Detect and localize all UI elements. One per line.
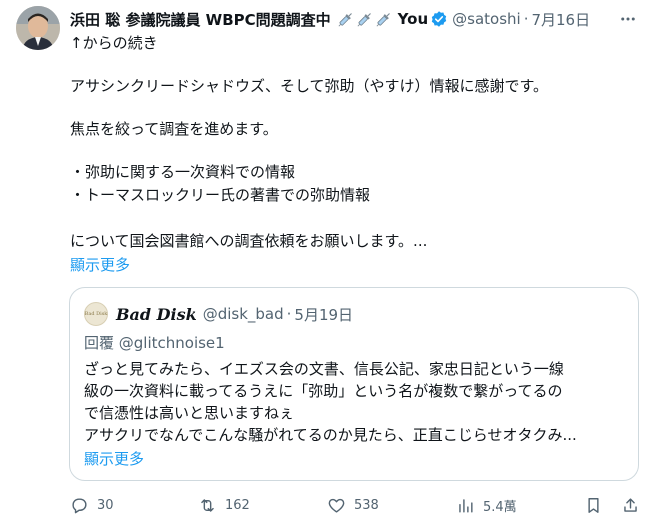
repost-button[interactable]: 162 xyxy=(198,496,250,515)
quoted-line: 級の一次資料に載ってるうえに「弥助」という名が複数で繋がってるの xyxy=(84,382,563,400)
share-icon xyxy=(624,498,637,512)
author-display-name[interactable]: 浜田 聡 参議院議員 WBPC問題調査中 xyxy=(70,9,331,30)
show-more-link[interactable]: 顯示更多 xyxy=(70,254,130,275)
avatar-photo xyxy=(16,6,60,50)
repost-count: 162 xyxy=(225,498,250,513)
separator-dot: · xyxy=(286,305,292,323)
tweet-line: について国会図書館への調査依頼をお願いします。... xyxy=(70,232,428,250)
quoted-author-avatar[interactable]: Bad Disk xyxy=(84,302,108,326)
quoted-author-name[interactable]: Bad Disk xyxy=(116,305,197,324)
quoted-avatar-text: Bad Disk xyxy=(84,311,108,317)
author-name-tail[interactable]: You xyxy=(398,10,428,28)
more-options-icon[interactable] xyxy=(619,10,637,28)
reply-count: 30 xyxy=(97,498,114,513)
quoted-show-more-link[interactable]: 顯示更多 xyxy=(84,448,144,469)
quoted-reply-to: 回覆 @glitchnoise1 xyxy=(84,334,225,352)
reply-button[interactable]: 30 xyxy=(70,496,114,515)
tweet-header: 浜田 聡 参議院議員 WBPC問題調査中 You @satoshi · 7月16… xyxy=(70,8,645,30)
tweet-actions: 30 162 538 5.4萬 xyxy=(70,496,645,518)
reply-icon xyxy=(72,498,87,514)
author-handle[interactable]: @satoshi xyxy=(452,10,521,28)
quoted-tweet[interactable]: Bad Disk Bad Disk @disk_bad · 5月19日 回覆 @… xyxy=(69,287,639,481)
quoted-author-handle[interactable]: @disk_bad xyxy=(203,305,284,323)
post-date[interactable]: 7月16日 xyxy=(531,9,590,30)
tweet-line: ↑からの続き xyxy=(70,34,158,52)
syringe-icon xyxy=(376,12,390,26)
views-chart-icon xyxy=(459,499,473,513)
quoted-line: ざっと見てみたら、イエズス会の文書、信長公記、家忠日記という一線 xyxy=(84,360,564,378)
syringe-icon xyxy=(338,12,352,26)
quoted-line: アサクリでなんでこんな騒がれてるのか見たら、正直こじらせオタクみ... xyxy=(84,426,577,444)
syringe-icon xyxy=(357,12,371,26)
views-count: 5.4萬 xyxy=(483,500,517,515)
tweet-line: 焦点を絞って調査を進めます。 xyxy=(70,120,278,138)
bookmark-icon xyxy=(588,498,599,513)
author-avatar[interactable] xyxy=(16,6,60,50)
quoted-line: で信憑性は高いと思いますねぇ xyxy=(84,404,295,422)
tweet-line: ・弥助に関する一次資料での情報 xyxy=(70,163,296,181)
heart-icon xyxy=(328,498,345,513)
share-button[interactable] xyxy=(621,496,640,515)
tweet-line: アサシンクリードシャドウズ、そして弥助（やすけ）情報に感謝です。 xyxy=(70,77,549,95)
quoted-post-date[interactable]: 5月19日 xyxy=(294,304,353,325)
separator-dot: · xyxy=(523,10,529,28)
tweet-line: ・トーマスロックリー氏の著書での弥助情報 xyxy=(70,186,371,204)
name-emojis xyxy=(337,11,392,28)
verified-badge-icon[interactable] xyxy=(430,10,448,28)
quoted-tweet-header: Bad Disk Bad Disk @disk_bad · 5月19日 xyxy=(84,302,353,326)
like-count: 538 xyxy=(354,498,379,513)
bookmark-button[interactable] xyxy=(584,496,603,515)
views-button[interactable]: 5.4萬 xyxy=(456,496,517,515)
repost-icon xyxy=(201,499,214,512)
like-button[interactable]: 538 xyxy=(327,496,379,515)
